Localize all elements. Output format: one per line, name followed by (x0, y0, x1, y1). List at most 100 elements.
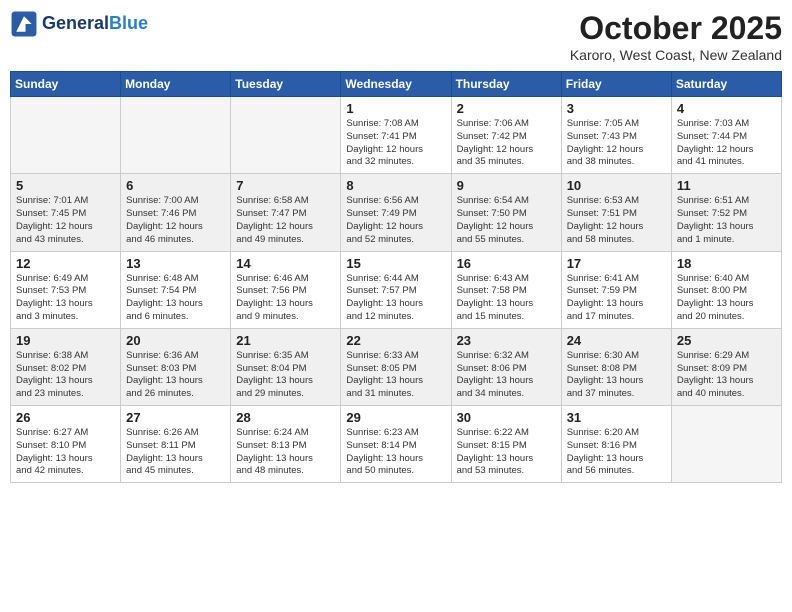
day-info: Sunrise: 7:00 AMSunset: 7:46 PMDaylight:… (126, 195, 225, 246)
calendar-week-1: 1 Sunrise: 7:08 AMSunset: 7:41 PMDaylight… (11, 97, 782, 174)
day-info: Sunrise: 7:08 AMSunset: 7:41 PMDaylight:… (346, 118, 445, 169)
day-number: 14 (236, 256, 335, 271)
calendar-cell: 13 Sunrise: 6:48 AMSunset: 7:54 PMDayligh… (121, 251, 231, 328)
calendar-week-5: 26 Sunrise: 6:27 AMSunset: 8:10 PMDayligh… (11, 406, 782, 483)
day-info: Sunrise: 6:32 AMSunset: 8:06 PMDaylight:… (457, 350, 556, 401)
day-number: 18 (677, 256, 776, 271)
day-number: 17 (567, 256, 666, 271)
page-header: GeneralBlue October 2025 Karoro, West Co… (10, 10, 782, 63)
day-number: 24 (567, 333, 666, 348)
day-info: Sunrise: 7:03 AMSunset: 7:44 PMDaylight:… (677, 118, 776, 169)
day-number: 10 (567, 178, 666, 193)
day-number: 20 (126, 333, 225, 348)
header-row: SundayMondayTuesdayWednesdayThursdayFrid… (11, 72, 782, 97)
calendar-cell: 12 Sunrise: 6:49 AMSunset: 7:53 PMDayligh… (11, 251, 121, 328)
calendar-cell: 8Sunrise: 6:56 AMSunset: 7:49 PMDaylight… (341, 174, 451, 251)
day-info: Sunrise: 6:51 AMSunset: 7:52 PMDaylight:… (677, 195, 776, 246)
day-header-saturday: Saturday (671, 72, 781, 97)
day-number: 4 (677, 101, 776, 116)
day-info: Sunrise: 6:48 AMSunset: 7:54 PMDaylight:… (126, 273, 225, 324)
day-info: Sunrise: 7:05 AMSunset: 7:43 PMDaylight:… (567, 118, 666, 169)
day-number: 22 (346, 333, 445, 348)
day-info: Sunrise: 6:49 AMSunset: 7:53 PMDaylight:… (16, 273, 115, 324)
logo: GeneralBlue (10, 10, 148, 38)
day-info: Sunrise: 6:24 AMSunset: 8:13 PMDaylight:… (236, 427, 335, 478)
day-number: 28 (236, 410, 335, 425)
day-info: Sunrise: 6:23 AMSunset: 8:14 PMDaylight:… (346, 427, 445, 478)
day-header-wednesday: Wednesday (341, 72, 451, 97)
calendar-cell: 24 Sunrise: 6:30 AMSunset: 8:08 PMDayligh… (561, 328, 671, 405)
calendar-cell: 5Sunrise: 7:01 AMSunset: 7:45 PMDaylight… (11, 174, 121, 251)
day-number: 31 (567, 410, 666, 425)
calendar-cell: 19Sunrise: 6:38 AMSunset: 8:02 PMDayligh… (11, 328, 121, 405)
calendar-week-4: 19Sunrise: 6:38 AMSunset: 8:02 PMDayligh… (11, 328, 782, 405)
month-title: October 2025 (570, 10, 782, 47)
calendar-cell: 21 Sunrise: 6:35 AMSunset: 8:04 PMDayligh… (231, 328, 341, 405)
location: Karoro, West Coast, New Zealand (570, 47, 782, 63)
calendar-cell: 14 Sunrise: 6:46 AMSunset: 7:56 PMDayligh… (231, 251, 341, 328)
calendar-cell: 18 Sunrise: 6:40 AMSunset: 8:00 PMDayligh… (671, 251, 781, 328)
day-number: 27 (126, 410, 225, 425)
day-number: 2 (457, 101, 556, 116)
day-info: Sunrise: 6:54 AMSunset: 7:50 PMDaylight:… (457, 195, 556, 246)
calendar-header: SundayMondayTuesdayWednesdayThursdayFrid… (11, 72, 782, 97)
day-number: 30 (457, 410, 556, 425)
day-number: 3 (567, 101, 666, 116)
calendar-cell: 17Sunrise: 6:41 AMSunset: 7:59 PMDayligh… (561, 251, 671, 328)
day-info: Sunrise: 6:43 AMSunset: 7:58 PMDaylight:… (457, 273, 556, 324)
calendar-cell: 30 Sunrise: 6:22 AMSunset: 8:15 PMDayligh… (451, 406, 561, 483)
day-header-tuesday: Tuesday (231, 72, 341, 97)
calendar-cell: 3 Sunrise: 7:05 AMSunset: 7:43 PMDaylight… (561, 97, 671, 174)
day-info: Sunrise: 6:35 AMSunset: 8:04 PMDaylight:… (236, 350, 335, 401)
calendar-cell: 6 Sunrise: 7:00 AMSunset: 7:46 PMDaylight… (121, 174, 231, 251)
day-number: 12 (16, 256, 115, 271)
day-number: 8 (346, 178, 445, 193)
calendar-cell: 1 Sunrise: 7:08 AMSunset: 7:41 PMDaylight… (341, 97, 451, 174)
calendar-cell (11, 97, 121, 174)
calendar-cell: 29 Sunrise: 6:23 AMSunset: 8:14 PMDayligh… (341, 406, 451, 483)
day-number: 25 (677, 333, 776, 348)
calendar-cell: 28 Sunrise: 6:24 AMSunset: 8:13 PMDayligh… (231, 406, 341, 483)
day-number: 11 (677, 178, 776, 193)
day-number: 9 (457, 178, 556, 193)
calendar-cell: 15 Sunrise: 6:44 AMSunset: 7:57 PMDayligh… (341, 251, 451, 328)
day-info: Sunrise: 6:46 AMSunset: 7:56 PMDaylight:… (236, 273, 335, 324)
calendar-body: 1 Sunrise: 7:08 AMSunset: 7:41 PMDaylight… (11, 97, 782, 483)
day-info: Sunrise: 6:30 AMSunset: 8:08 PMDaylight:… (567, 350, 666, 401)
calendar-cell: 23 Sunrise: 6:32 AMSunset: 8:06 PMDayligh… (451, 328, 561, 405)
day-header-thursday: Thursday (451, 72, 561, 97)
day-number: 23 (457, 333, 556, 348)
day-number: 6 (126, 178, 225, 193)
calendar-cell: 22 Sunrise: 6:33 AMSunset: 8:05 PMDayligh… (341, 328, 451, 405)
day-info: Sunrise: 6:40 AMSunset: 8:00 PMDaylight:… (677, 273, 776, 324)
calendar-cell: 31 Sunrise: 6:20 AMSunset: 8:16 PMDayligh… (561, 406, 671, 483)
day-number: 13 (126, 256, 225, 271)
day-number: 26 (16, 410, 115, 425)
day-info: Sunrise: 6:53 AMSunset: 7:51 PMDaylight:… (567, 195, 666, 246)
day-info: Sunrise: 6:27 AMSunset: 8:10 PMDaylight:… (16, 427, 115, 478)
calendar-cell: 20Sunrise: 6:36 AMSunset: 8:03 PMDayligh… (121, 328, 231, 405)
day-number: 16 (457, 256, 556, 271)
day-number: 15 (346, 256, 445, 271)
calendar-cell: 16 Sunrise: 6:43 AMSunset: 7:58 PMDayligh… (451, 251, 561, 328)
calendar-cell: 27 Sunrise: 6:26 AMSunset: 8:11 PMDayligh… (121, 406, 231, 483)
calendar-week-2: 5Sunrise: 7:01 AMSunset: 7:45 PMDaylight… (11, 174, 782, 251)
logo-icon (10, 10, 38, 38)
day-info: Sunrise: 6:22 AMSunset: 8:15 PMDaylight:… (457, 427, 556, 478)
calendar-cell: 11 Sunrise: 6:51 AMSunset: 7:52 PMDayligh… (671, 174, 781, 251)
day-number: 7 (236, 178, 335, 193)
calendar-table: SundayMondayTuesdayWednesdayThursdayFrid… (10, 71, 782, 483)
day-number: 29 (346, 410, 445, 425)
day-info: Sunrise: 6:20 AMSunset: 8:16 PMDaylight:… (567, 427, 666, 478)
calendar-cell: 10 Sunrise: 6:53 AMSunset: 7:51 PMDayligh… (561, 174, 671, 251)
calendar-cell (671, 406, 781, 483)
day-info: Sunrise: 6:26 AMSunset: 8:11 PMDaylight:… (126, 427, 225, 478)
day-info: Sunrise: 7:06 AMSunset: 7:42 PMDaylight:… (457, 118, 556, 169)
day-number: 1 (346, 101, 445, 116)
day-info: Sunrise: 6:33 AMSunset: 8:05 PMDaylight:… (346, 350, 445, 401)
day-info: Sunrise: 6:38 AMSunset: 8:02 PMDaylight:… (16, 350, 115, 401)
day-info: Sunrise: 6:58 AMSunset: 7:47 PMDaylight:… (236, 195, 335, 246)
day-number: 21 (236, 333, 335, 348)
day-info: Sunrise: 6:44 AMSunset: 7:57 PMDaylight:… (346, 273, 445, 324)
title-area: October 2025 Karoro, West Coast, New Zea… (570, 10, 782, 63)
